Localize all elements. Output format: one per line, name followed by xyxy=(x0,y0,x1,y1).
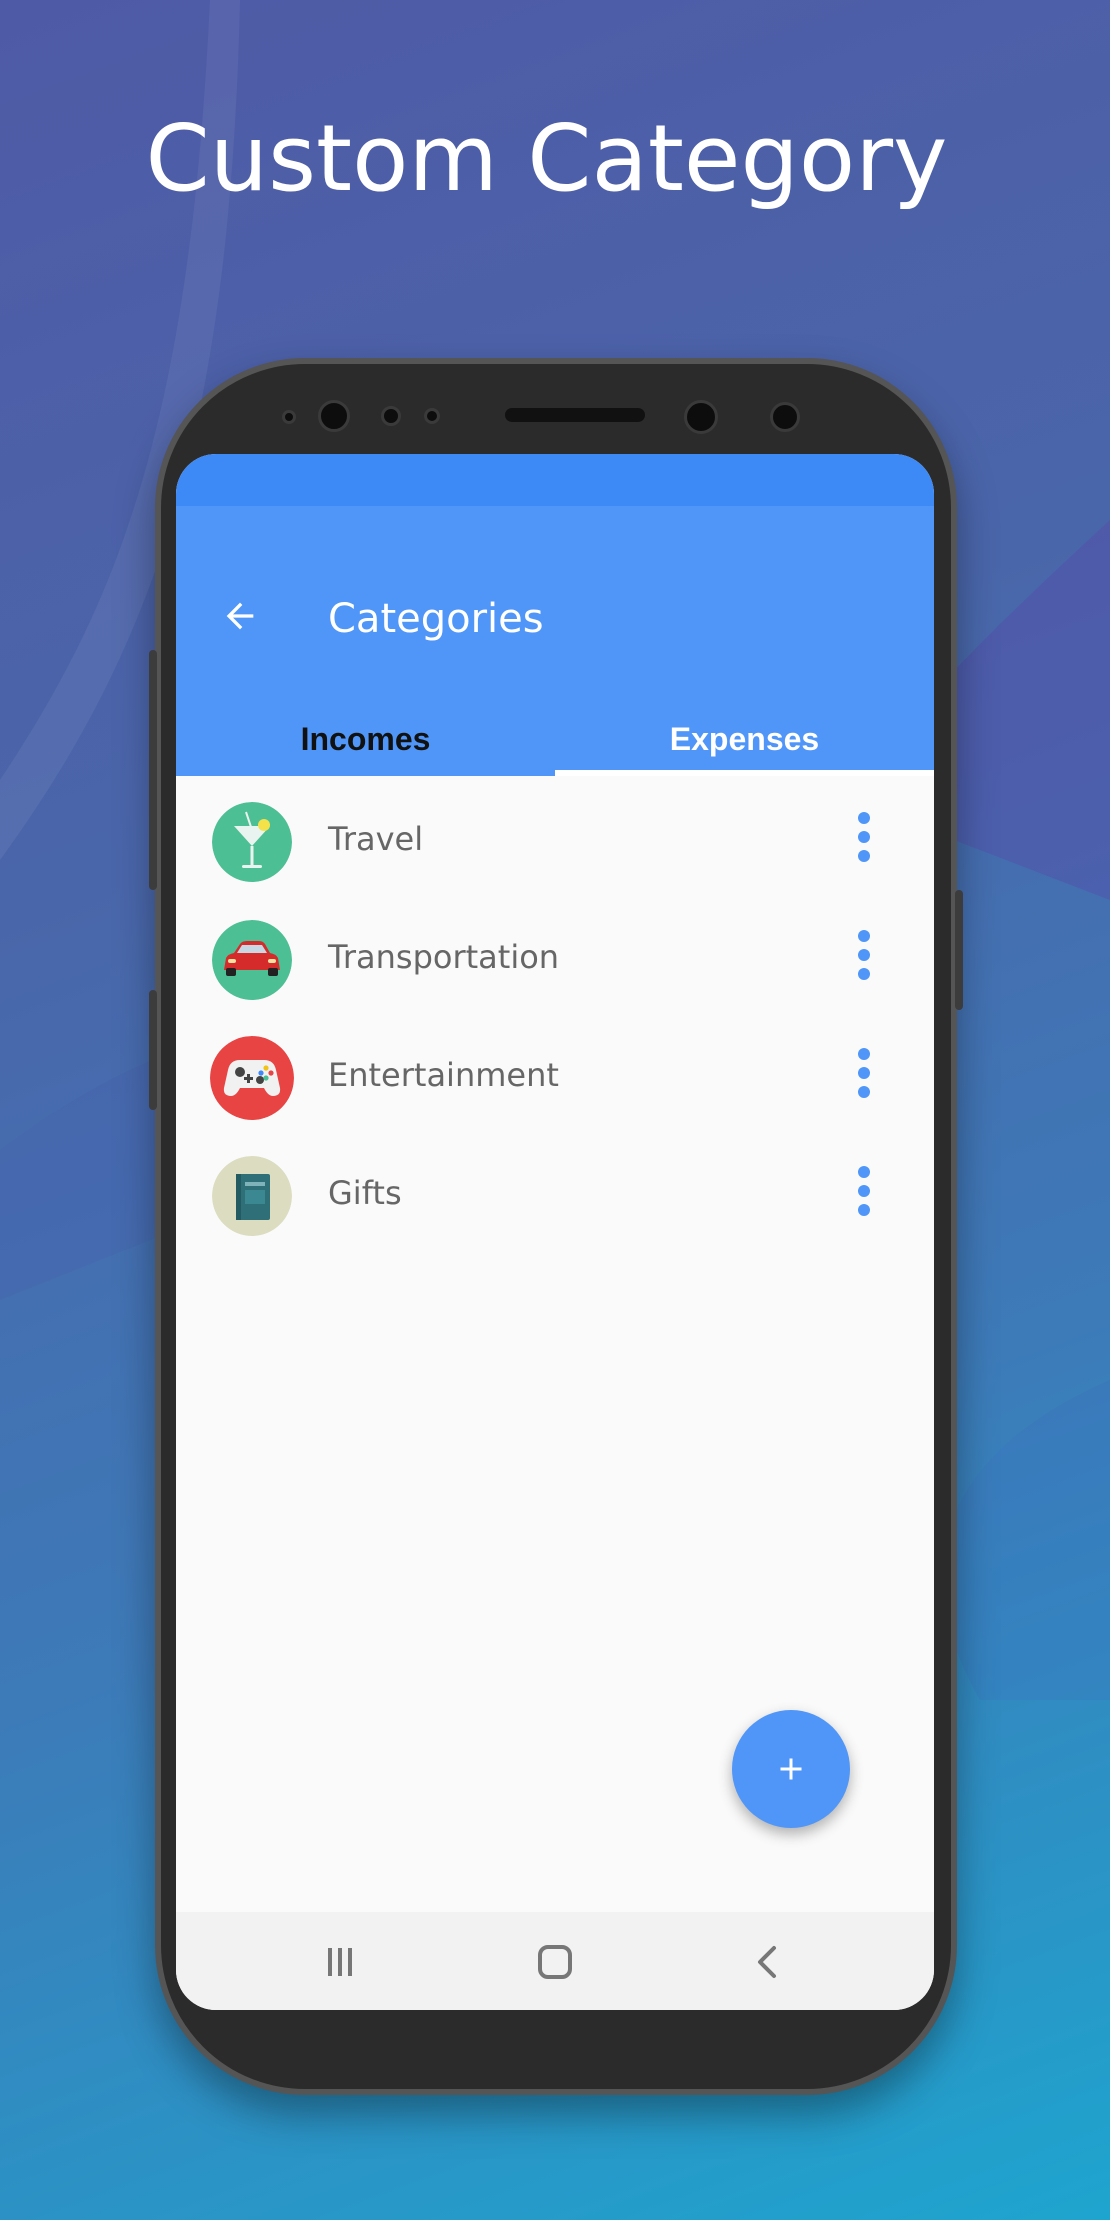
more-options-icon[interactable] xyxy=(844,1160,884,1230)
list-item[interactable]: Transportation xyxy=(176,900,934,1018)
list-item[interactable]: Travel xyxy=(176,782,934,900)
tab-expenses[interactable]: Expenses xyxy=(555,704,934,774)
phone-sensor xyxy=(282,410,296,424)
category-label-transportation: Transportation xyxy=(328,938,560,976)
plus-icon xyxy=(780,1758,802,1780)
phone-power-button xyxy=(955,890,963,1010)
phone-front-camera xyxy=(318,400,350,432)
arrow-left-icon xyxy=(226,602,254,630)
tab-incomes[interactable]: Incomes xyxy=(176,704,555,774)
phone-speaker xyxy=(505,408,645,422)
phone-iris-sensor xyxy=(770,402,800,432)
system-nav-bar xyxy=(176,1912,934,2010)
tab-indicator xyxy=(555,770,934,776)
add-category-button[interactable] xyxy=(732,1710,850,1828)
recents-button[interactable] xyxy=(300,1932,380,1992)
back-icon xyxy=(758,1946,776,1978)
car-icon xyxy=(212,920,292,1000)
more-options-icon[interactable] xyxy=(844,1042,884,1112)
gamepad-icon xyxy=(210,1036,294,1120)
list-item[interactable]: Gifts xyxy=(176,1136,934,1254)
nav-back-button[interactable] xyxy=(728,1932,808,1992)
phone-sensor xyxy=(424,408,440,424)
category-label-entertainment: Entertainment xyxy=(328,1056,559,1094)
page-title: Categories xyxy=(328,596,544,642)
cocktail-icon xyxy=(212,802,292,882)
recents-icon xyxy=(328,1948,352,1976)
category-label-travel: Travel xyxy=(328,820,424,858)
headline: Custom Category xyxy=(145,105,948,212)
phone-iris-camera xyxy=(684,400,718,434)
home-icon xyxy=(538,1945,572,1979)
back-button[interactable] xyxy=(210,586,270,646)
home-button[interactable] xyxy=(515,1932,595,1992)
list-item[interactable]: Entertainment xyxy=(176,1018,934,1136)
category-label-gifts: Gifts xyxy=(328,1174,402,1212)
phone-bixby-button xyxy=(149,990,157,1110)
status-bar xyxy=(176,454,934,506)
phone-screen: Categories Incomes Expenses Travel Trans… xyxy=(176,454,934,2010)
phone-sensor xyxy=(381,406,401,426)
app-bar: Categories Incomes Expenses xyxy=(176,506,934,776)
more-options-icon[interactable] xyxy=(844,806,884,876)
book-icon xyxy=(212,1156,292,1236)
phone-volume-button xyxy=(149,650,157,890)
more-options-icon[interactable] xyxy=(844,924,884,994)
